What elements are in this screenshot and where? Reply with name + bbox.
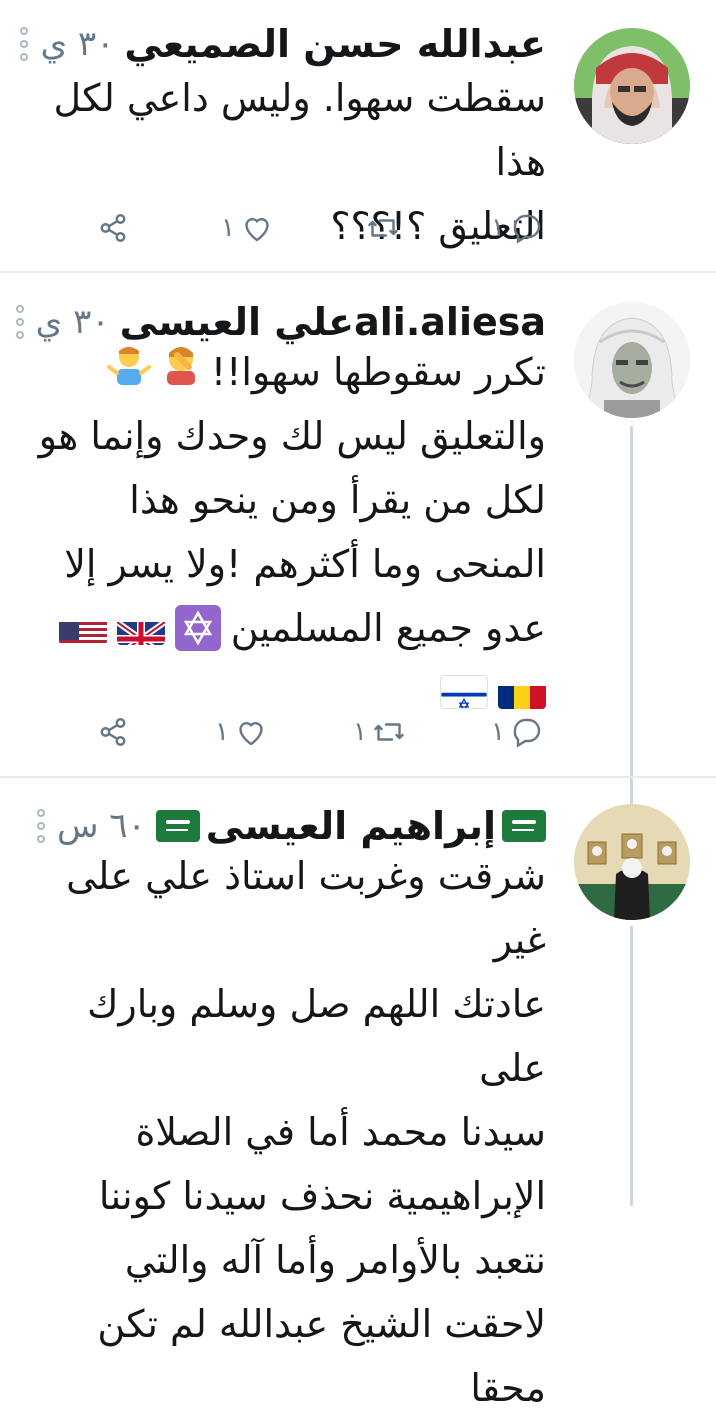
us-flag-icon <box>58 611 107 645</box>
share-icon <box>100 718 126 746</box>
author-name[interactable]: إبراهيم العيسى <box>155 804 546 848</box>
avatar[interactable] <box>574 804 690 920</box>
more-options-icon[interactable] <box>35 809 47 843</box>
heart-icon <box>239 722 263 746</box>
retweet-button[interactable]: ١ <box>353 714 407 750</box>
share-icon <box>100 214 126 242</box>
israel-flag-icon <box>440 675 488 709</box>
facepalm-emoji-icon <box>159 340 203 385</box>
timestamp[interactable]: ٦٠ س <box>57 806 146 846</box>
text-line: تكرر سقوطها سهوا!! <box>16 340 546 404</box>
text-line: والتعليق ليس لك وحدك وإنما هو <box>38 414 546 458</box>
uk-flag-icon <box>116 611 165 645</box>
shrug-emoji-icon <box>106 340 151 385</box>
share-button[interactable] <box>95 714 131 750</box>
avatar[interactable] <box>574 302 690 418</box>
reply-button[interactable]: ١ <box>491 210 545 246</box>
tweet-text: تكرر سقوطها سهوا!! والتعليق ليس لك وحدك … <box>16 340 546 724</box>
tweet-3[interactable]: إبراهيم العيسى ٦٠ س شرقت وغربت استاذ علي… <box>0 778 716 1410</box>
saudi-flag-icon <box>502 810 546 842</box>
reply-button[interactable]: ١ <box>491 714 545 750</box>
action-bar: ١ ١ ١ <box>95 707 545 757</box>
text-line: سيدنا محمد أما في الصلاة <box>135 1110 546 1154</box>
text-line: الإبراهيمية نحذف سيدنا كوننا <box>98 1174 546 1218</box>
romania-flag-icon <box>498 675 546 709</box>
timestamp[interactable]: ٣٠ ي <box>36 302 110 342</box>
more-options-icon[interactable] <box>14 305 26 339</box>
action-bar: ١ ١ <box>95 203 545 253</box>
reply-count: ١ <box>491 213 505 243</box>
share-button[interactable] <box>95 210 131 246</box>
text-line: شرقت وغربت استاذ علي على غير <box>66 854 546 962</box>
text-line: لكل من يقرأ ومن ينحو هذا <box>129 478 546 522</box>
retweet-icon <box>374 723 404 741</box>
thread-line <box>630 926 633 1206</box>
reply-count: ١ <box>491 717 505 747</box>
tweet-header: عبدالله حسن الصميعي ٣٠ ي <box>18 18 546 70</box>
more-options-icon[interactable] <box>18 27 30 61</box>
tweet-text: شرقت وغربت استاذ علي على غير عادتك اللهم… <box>16 844 546 1420</box>
divider <box>0 271 716 273</box>
heart-icon <box>245 218 269 242</box>
like-count: ١ <box>221 213 235 243</box>
retweet-button[interactable] <box>365 210 401 246</box>
like-count: ١ <box>215 717 229 747</box>
text-line: المنحى وما أكثرهم !ولا يسر إلا <box>64 542 546 586</box>
timestamp[interactable]: ٣٠ ي <box>40 24 114 64</box>
like-button[interactable]: ١ <box>215 714 269 750</box>
author-name[interactable]: عبدالله حسن الصميعي <box>124 22 546 66</box>
author-name-text: إبراهيم العيسى <box>205 804 496 848</box>
avatar[interactable] <box>574 28 690 144</box>
reply-icon <box>513 718 541 748</box>
author-name[interactable]: علي العيسىali.aliesa <box>120 300 546 344</box>
retweet-icon <box>368 219 398 237</box>
star-of-david-emoji-icon <box>174 605 221 651</box>
tweet-1[interactable]: عبدالله حسن الصميعي ٣٠ ي سقطت سهوا. وليس… <box>0 0 716 270</box>
text-line: نتعبد بالأوامر وأما آله والتي <box>124 1238 546 1282</box>
saudi-flag-icon <box>155 810 200 842</box>
text-line: سقطت سهوا. وليس داعي لكل هذا <box>53 76 547 184</box>
text-line-content: عدو جميع المسلمين <box>230 606 546 650</box>
text-line: عادتك اللهم صل وسلم وبارك على <box>87 982 546 1090</box>
retweet-count: ١ <box>353 717 367 747</box>
text-line: لاحقت الشيخ عبدالله لم تكن محقا <box>97 1302 546 1410</box>
tweet-2[interactable]: علي العيسىali.aliesa ٣٠ ي تكرر سقوطها سه… <box>0 274 716 916</box>
reply-icon <box>513 214 541 244</box>
text-line-content: تكرر سقوطها سهوا!! <box>210 350 546 394</box>
like-button[interactable]: ١ <box>221 210 275 246</box>
text-line: عدو جميع المسلمين <box>16 596 546 660</box>
